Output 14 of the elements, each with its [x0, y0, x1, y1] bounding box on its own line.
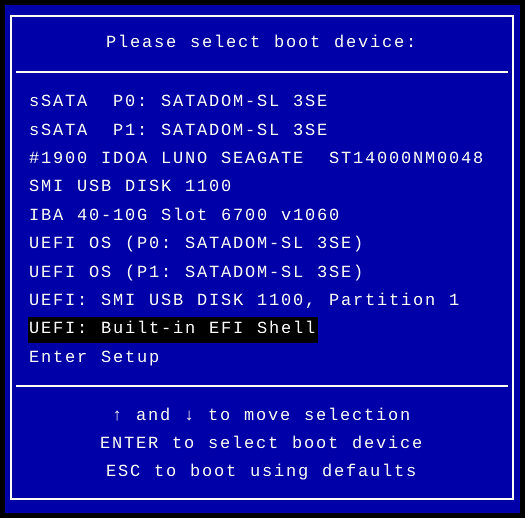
- menu-title: Please select boot device:: [104, 33, 420, 55]
- boot-option[interactable]: sSATA P1: SATADOM-SL 3SE: [28, 118, 330, 145]
- boot-option[interactable]: sSATA P0: SATADOM-SL 3SE: [28, 90, 330, 116]
- boot-option[interactable]: Enter Setup: [28, 346, 162, 372]
- boot-option[interactable]: UEFI OS (P1: SATADOM-SL 3SE): [28, 260, 366, 287]
- help-text: ENTER to select boot device: [100, 434, 424, 456]
- boot-option[interactable]: SMI USB DISK 1100: [28, 175, 234, 202]
- boot-option[interactable]: UEFI OS (P0: SATADOM-SL 3SE): [28, 232, 366, 258]
- help-text: ESC to boot using defaults: [106, 462, 418, 484]
- boot-option[interactable]: #1900 IDOA LUNO SEAGATE ST14000NM0048: [28, 146, 486, 173]
- help-text: ↑ and ↓ to move selection: [112, 406, 412, 428]
- boot-option[interactable]: IBA 40-10G Slot 6700 v1060: [28, 204, 342, 230]
- boot-option[interactable]: UEFI: Built-in EFI Shell: [28, 317, 318, 344]
- boot-option[interactable]: UEFI: SMI USB DISK 1100, Partition 1: [28, 288, 462, 315]
